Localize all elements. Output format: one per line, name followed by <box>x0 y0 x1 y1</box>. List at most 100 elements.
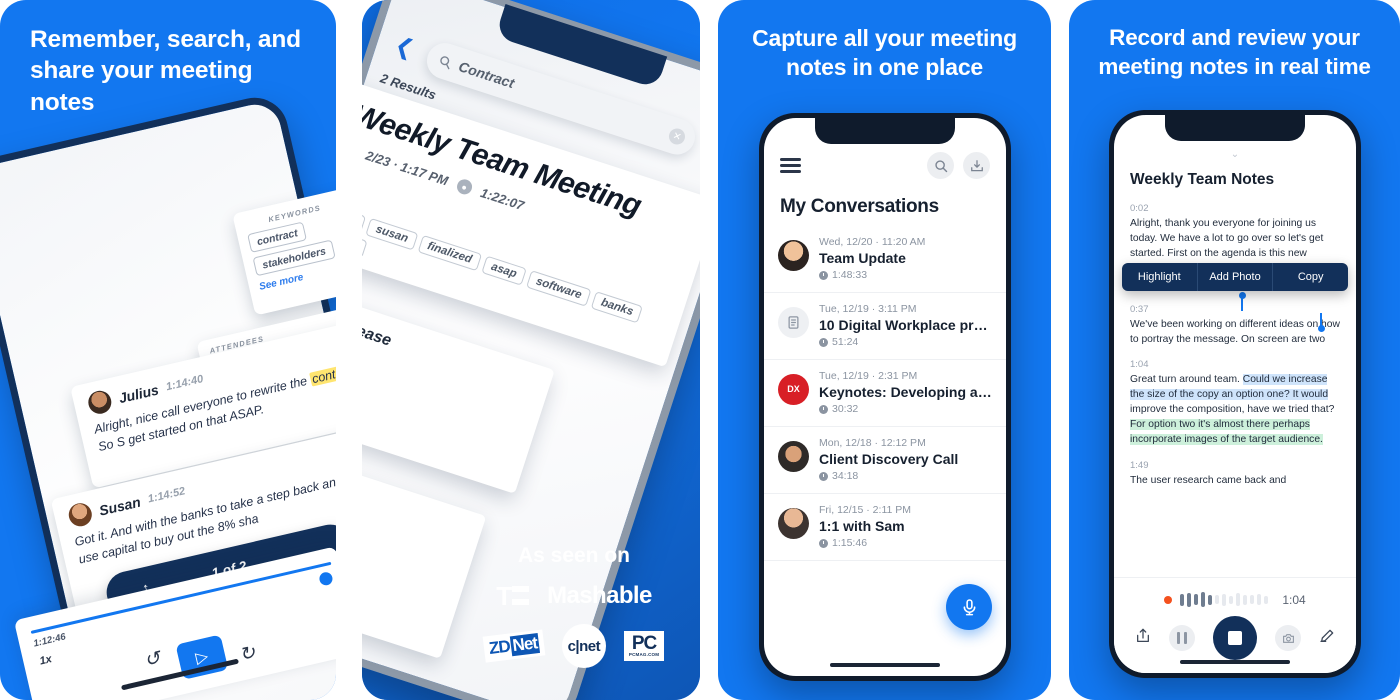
keyword-chip[interactable]: software <box>525 270 592 307</box>
selection-handle-end[interactable] <box>1317 313 1325 332</box>
stop-button[interactable] <box>1213 616 1257 660</box>
selection-handle-start[interactable] <box>1238 292 1246 311</box>
phone-notch <box>815 118 955 144</box>
mashable-logo: Mashable <box>547 582 652 609</box>
press-logo-row-1: T Mashable <box>464 582 684 610</box>
mic-icon <box>963 598 975 615</box>
stop-square-icon <box>1228 631 1242 645</box>
player-progress-knob[interactable] <box>318 570 334 587</box>
panel-3-headline: Capture all your meeting notes in one pl… <box>752 25 1017 81</box>
conversation-title: 1:1 with Sam <box>819 518 905 534</box>
avatar <box>778 240 809 271</box>
panel-3-screen: My Conversations Wed, 12/20 · 11:20 AM T… <box>764 118 1006 676</box>
edit-icon[interactable] <box>1319 628 1335 648</box>
panel-gap-1 <box>336 0 362 700</box>
panel-gap-3 <box>1051 0 1069 700</box>
camera-icon[interactable] <box>1275 625 1301 651</box>
duration-value: 51:24 <box>832 336 859 348</box>
as-seen-on-section: As seen on T Mashable ZD Net c|net PC PCM… <box>464 544 684 682</box>
conversation-duration: 51:24 <box>819 336 992 348</box>
clock-icon <box>819 270 828 280</box>
panel-4-headline: Record and review your meeting notes in … <box>1098 25 1371 79</box>
copy-button[interactable]: Copy <box>1272 263 1348 291</box>
forward-5-icon[interactable]: ↻ <box>237 641 258 667</box>
zdnet-logo-zd: ZD <box>487 636 511 658</box>
clear-search-icon[interactable]: ✕ <box>666 126 688 147</box>
record-mic-button[interactable] <box>946 584 992 630</box>
back-chevron-icon[interactable]: ❮ <box>392 32 417 62</box>
zdnet-logo: ZD Net <box>482 629 546 663</box>
transcript-paragraph-selected[interactable]: Great turn around team. Could we increas… <box>1130 373 1342 448</box>
conversation-date: Tue, 12/19 · 3:11 PM <box>819 303 917 315</box>
keyword-chip[interactable]: asap <box>481 255 527 286</box>
keyword-chip[interactable]: susan <box>365 218 419 251</box>
clock-icon <box>819 404 828 414</box>
search-input-value[interactable]: Contract <box>457 58 517 91</box>
clock-icon: ● <box>454 177 474 197</box>
search-icon <box>440 55 450 69</box>
conversation-duration: 34:18 <box>819 470 992 482</box>
conversation-duration: 1:15:46 <box>819 537 992 549</box>
keyword-chip[interactable]: banks <box>590 291 644 324</box>
pause-button[interactable] <box>1169 625 1195 651</box>
list-item-body: Mon, 12/18 · 12:12 PM Client Discovery C… <box>819 437 992 482</box>
recording-time: 1:04 <box>1282 592 1306 607</box>
conversation-title: Keynotes: Developing a Cu… <box>819 384 992 400</box>
highlight-button[interactable]: Highlight <box>1122 263 1197 291</box>
duration-value: 1:48:33 <box>832 269 868 281</box>
transcript-keyword-highlight: contract <box>308 362 336 387</box>
clock-icon <box>819 337 828 347</box>
recording-indicator-dot <box>1164 595 1173 604</box>
conversation-date: Tue, 12/19 · 2:31 PM <box>819 370 918 382</box>
paragraph-timestamp: 1:49 <box>1130 460 1149 472</box>
panel-1: Remember, search, and share your meeting… <box>0 0 336 700</box>
speaker-timestamp: 1:14:52 <box>146 484 187 505</box>
home-indicator <box>830 663 940 667</box>
conversation-title: Client Discovery Call <box>819 451 959 467</box>
phone-notch <box>1165 115 1305 141</box>
cnet-logo: c|net <box>561 624 606 668</box>
text-selection-context-menu[interactable]: Highlight Add Photo Copy <box>1122 263 1348 291</box>
panel-4-screen: ⌄ Weekly Team Notes 0:02 Alright, thank … <box>1114 115 1356 673</box>
list-item[interactable]: Tue, 12/19 · 3:11 PM 10 Digital Workplac… <box>764 293 1006 360</box>
panel-2: ❮ Contract ✕ 2 Results Weekly Team Meeti… <box>362 0 700 700</box>
avatar <box>778 508 809 539</box>
list-item[interactable]: Mon, 12/18 · 12:12 PM Client Discovery C… <box>764 427 1006 494</box>
panel-4: Record and review your meeting notes in … <box>1069 0 1400 700</box>
text-highlight-green: For option two it's almost there perhaps… <box>1130 419 1323 446</box>
transcript-paragraph[interactable]: We've been working on different ideas on… <box>1130 318 1342 348</box>
pcmag-logo-pc: PC <box>631 633 657 655</box>
dx-summit-logo: DX <box>778 374 809 405</box>
list-item[interactable]: Fri, 12/15 · 2:11 PM 1:1 with Sam 1:15:4… <box>764 494 1006 561</box>
menu-icon[interactable] <box>780 158 801 173</box>
avatar <box>86 388 114 417</box>
paragraph-timestamp: 0:02 <box>1130 203 1149 214</box>
text-plain-start: Great turn around team. <box>1130 374 1243 386</box>
keyword-chip[interactable]: glass <box>362 202 367 234</box>
search-icon[interactable] <box>927 152 954 179</box>
techcrunch-logo: T <box>496 580 530 611</box>
import-icon[interactable] <box>963 152 990 179</box>
chevron-down-icon[interactable]: ⌄ <box>1224 149 1246 160</box>
player-speed-button[interactable]: 1x <box>38 653 53 667</box>
list-item-body: Fri, 12/15 · 2:11 PM 1:1 with Sam 1:15:4… <box>819 504 992 549</box>
paragraph-timestamp: 1:04 <box>1130 359 1149 371</box>
clock-icon <box>819 471 828 481</box>
conversation-title: Team Update <box>819 250 906 266</box>
panel-4-background: Record and review your meeting notes in … <box>1069 0 1400 700</box>
keyword-chip[interactable]: finalized <box>417 234 482 272</box>
add-photo-button[interactable]: Add Photo <box>1196 263 1273 291</box>
techcrunch-logo-t: T <box>496 580 512 611</box>
rewind-5-icon[interactable]: ↺ <box>142 647 163 673</box>
panel-2-background: ❮ Contract ✕ 2 Results Weekly Team Meeti… <box>362 0 700 700</box>
list-item[interactable]: DX Tue, 12/19 · 2:31 PM Keynotes: Develo… <box>764 360 1006 427</box>
speaker-name: Susan <box>97 493 143 519</box>
transcript-paragraph[interactable]: The user research came back and <box>1130 474 1342 489</box>
press-logo-row-2: ZD Net c|net PC PCMAG.COM <box>464 624 684 668</box>
list-item[interactable]: Wed, 12/20 · 11:20 AM Team Update 1:48:3… <box>764 226 1006 293</box>
share-icon[interactable] <box>1135 628 1151 648</box>
list-item-body: Tue, 12/19 · 2:31 PM Keynotes: Developin… <box>819 370 992 415</box>
panel-1-background: Remember, search, and share your meeting… <box>0 0 336 700</box>
paragraph-timestamp: 0:37 <box>1130 303 1149 315</box>
conversation-title: 10 Digital Workplace predi… <box>819 317 992 333</box>
